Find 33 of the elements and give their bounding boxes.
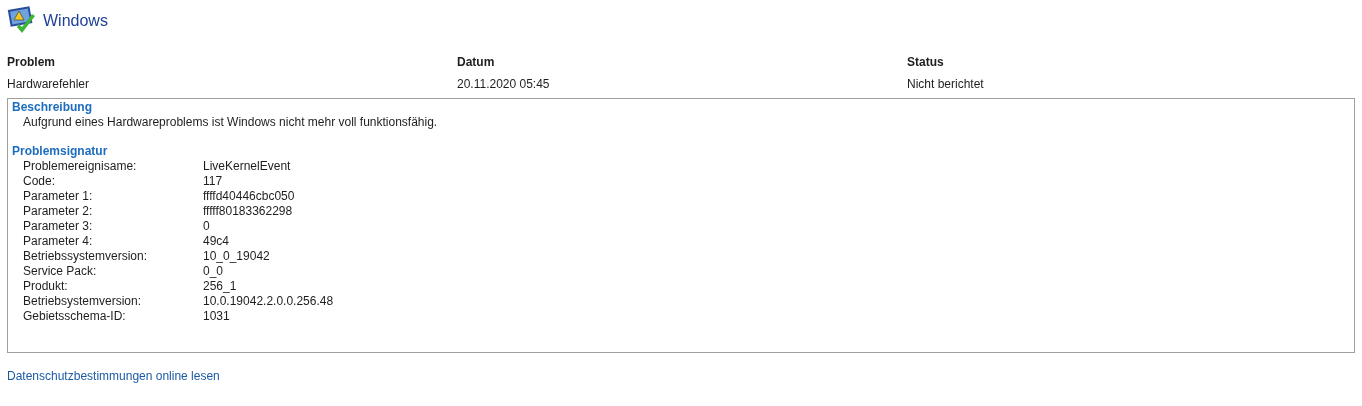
- section-heading: Beschreibung: [12, 100, 93, 115]
- column-header: Problem: [7, 54, 56, 70]
- signature-value: 256_1: [203, 279, 238, 294]
- column-header: Datum: [457, 54, 496, 70]
- signature-label: Problemereignisame:: [23, 159, 138, 174]
- table-cell-text: 20.11.2020 05:45: [457, 76, 551, 92]
- signature-label: Parameter 2:: [23, 204, 94, 219]
- signature-value: LiveKernelEvent: [203, 159, 292, 174]
- section-heading: Problemsignatur: [12, 144, 109, 159]
- signature-value: 10_0_19042: [203, 249, 271, 264]
- signature-value: 0: [203, 219, 211, 234]
- signature-label: Betriebssystemversion:: [23, 249, 149, 264]
- privacy-link[interactable]: Datenschutzbestimmungen online lesen: [7, 369, 220, 383]
- table-cell-text: Hardwarefehler: [7, 76, 91, 92]
- signature-label: Code:: [23, 174, 57, 189]
- signature-value: 10.0.19042.2.0.0.256.48: [203, 294, 335, 309]
- signature-value: ffffd40446cbc050: [203, 189, 296, 204]
- signature-value: 49c4: [203, 234, 231, 249]
- signature-label: Parameter 3:: [23, 219, 94, 234]
- signature-value: fffff80183362298: [203, 204, 294, 219]
- table-cell-text: Nicht berichtet: [907, 76, 985, 92]
- signature-value: 0_0: [203, 264, 225, 279]
- signature-label: Service Pack:: [23, 264, 98, 279]
- window-title: Windows: [43, 11, 108, 31]
- signature-label: Parameter 4:: [23, 234, 94, 249]
- signature-label: Produkt:: [23, 279, 69, 294]
- description-text: Aufgrund eines Hardwareproblems ist Windows nicht mehr voll funktionsfähig.: [22, 115, 439, 130]
- signature-label: Gebietsschema-ID:: [23, 309, 127, 324]
- signature-value: 1031: [203, 309, 231, 324]
- signature-value: 117: [203, 174, 224, 189]
- column-header: Status: [907, 54, 945, 70]
- signature-label: Betriebsystemversion:: [23, 294, 143, 309]
- signature-label: Parameter 1:: [23, 189, 94, 204]
